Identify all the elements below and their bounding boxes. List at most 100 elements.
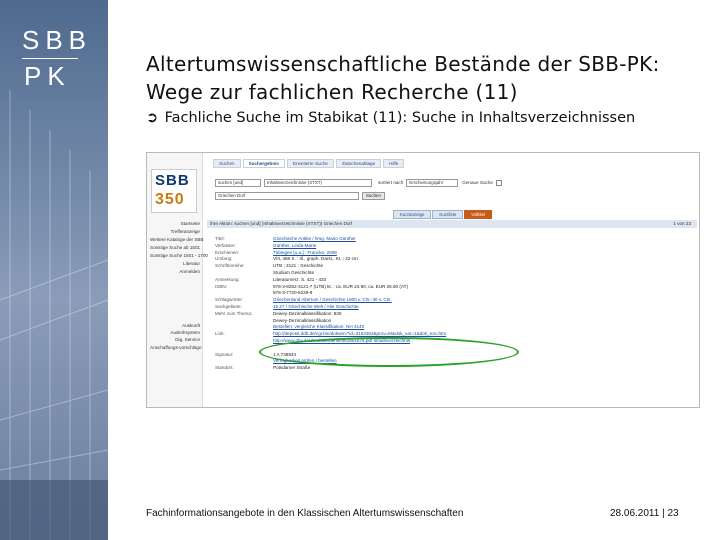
catalog-nav-secondary: Auskunft Ausleihsystem Dig. Service Ansc… xyxy=(150,323,202,352)
record-label xyxy=(215,324,273,331)
arrow-icon: ➲ xyxy=(146,110,159,126)
record-label: Umfang: xyxy=(215,256,233,262)
record-value: UTB ; 3121 : Geschichte xyxy=(273,263,324,269)
nav-item[interactable]: Anschaffungs-vorschläge xyxy=(150,345,202,351)
record-label: Titel: xyxy=(215,236,225,241)
record-row: 978-3-7720-8229-9 xyxy=(215,290,685,297)
nav-item[interactable]: Sonstige Suche 1501 - 1700 xyxy=(150,253,208,259)
record-link[interactable]: Günther, Linda-Marie xyxy=(273,243,316,250)
tab-kurzliste[interactable]: Kurzliste xyxy=(432,210,464,219)
brand-sidebar: SBB PK xyxy=(0,0,108,540)
result-count: 1 von 23 xyxy=(673,221,691,226)
record-label: Mehr zum Thema: xyxy=(215,310,253,316)
tab-erweiterte-suche[interactable]: Erweiterte Suche xyxy=(286,159,334,168)
record-row: Schriftenreihe: UTB ; 3121 : Geschichte xyxy=(215,263,685,270)
tab-suchergebnis[interactable]: Suchergebnis xyxy=(242,159,285,168)
record-value: 978-3-7720-8229-9 xyxy=(273,290,313,296)
record-label xyxy=(215,270,273,277)
slide-title-line2: Wege zur fachlichen Recherche (11) xyxy=(146,80,518,104)
record-label: Erschienen: xyxy=(215,249,240,255)
search-index-select[interactable]: Inhaltsverzeichnisse (XTXT) xyxy=(264,179,372,187)
search-mode-select[interactable]: suchen [und] xyxy=(215,179,261,187)
record-row: Bestellen: vergleiche Klassifikation: NH… xyxy=(215,324,685,331)
exact-search-checkbox[interactable] xyxy=(495,180,502,186)
nav-item[interactable]: Anmelden xyxy=(150,269,200,275)
tab-volltitel[interactable]: Volltitel xyxy=(464,210,493,219)
record-label: Sachgebiete: xyxy=(215,303,242,309)
nav-item[interactable]: Startseite xyxy=(150,221,200,227)
record-label xyxy=(215,290,273,297)
record-link[interactable]: Griechische Antike / hrsg. Mario Günther xyxy=(273,236,356,243)
record-label: Anmerkung: xyxy=(215,276,240,282)
tab-hilfe[interactable]: Hilfe xyxy=(383,159,405,168)
record-label: Schlagwörter: xyxy=(215,297,244,303)
record-row: Link: http://deposit.ddb.de/cgi-bin/dokse… xyxy=(215,331,685,338)
tab-suchen[interactable]: Suchen xyxy=(213,159,241,168)
record-row: Standort: Potsdamer Straße xyxy=(215,365,685,372)
nav-item[interactable]: Auskunft xyxy=(150,323,200,329)
nav-item[interactable]: Weitere Kataloge der SBB xyxy=(150,237,204,243)
record-label xyxy=(215,338,273,345)
sort-label: sortiert nach xyxy=(378,180,404,185)
logo-top: SBB xyxy=(22,25,93,55)
record-link[interactable]: Tübingen [u.a.] : Francke, 2008 xyxy=(273,250,337,257)
nav-item[interactable]: Trefferanzeige xyxy=(150,229,200,235)
nav-item[interactable]: Dig. Service xyxy=(150,337,200,343)
record-link[interactable]: Griechenland Altertum / Geschichte 1600 … xyxy=(273,297,392,304)
catalog-tabs: Suchen Suchergebnis Erweiterte Suche Zwi… xyxy=(213,159,406,168)
nav-item[interactable]: Ausleihsystem xyxy=(150,330,200,336)
record-link[interactable]: Bestellen: vergleiche Klassifikation: NH… xyxy=(273,324,364,331)
tab-zwischenablage[interactable]: Zwischenablage xyxy=(335,159,382,168)
record-row: Umfang: VIII, 468 S. : Ill., graph. Darst… xyxy=(215,256,685,263)
catalog-screenshot: SBB 350 Startseite Trefferanzeige Weiter… xyxy=(146,152,700,408)
record-label: ISBN: xyxy=(215,283,227,289)
record-label: Verfasser: xyxy=(215,242,236,248)
record-row: Verfasser: Günther, Linda-Marie xyxy=(215,243,685,250)
record-row: Sachgebiete: 15.27 / Griechische Welt / A… xyxy=(215,304,685,311)
nav-item[interactable]: Sonstige Suche ab 1501 xyxy=(150,245,200,251)
record-value: Dewey-Dezimalklassifikation: 930 xyxy=(273,310,342,316)
record-row: Studium Geschichte xyxy=(215,270,685,277)
search-button[interactable]: Suchen xyxy=(362,192,385,200)
slide-subtitle: ➲ Fachliche Suche im Stabikat (11): Such… xyxy=(146,110,716,126)
result-query-text: Ihre Aktion: suchen [und] (Inhaltsverzei… xyxy=(210,221,353,226)
record-value: Dewey-Dezimalklassifikation xyxy=(273,317,332,323)
catalog-sidebar: SBB 350 Startseite Trefferanzeige Weiter… xyxy=(147,153,208,407)
highlight-ellipse xyxy=(259,337,519,367)
sbb350-logo: SBB 350 xyxy=(151,169,197,213)
record-value: 978-3-8252-3121-7 (UTB) kt. : ca. EUR 24… xyxy=(273,283,408,289)
slide-title-line1: Altertumswissenschaftliche Bestände der … xyxy=(146,52,660,76)
record-row: Mehr zum Thema: Dewey-Dezimalklassifikati… xyxy=(215,311,685,318)
sort-select[interactable]: Erscheinungsjahr xyxy=(406,179,459,187)
record-row: Anmerkung: Literaturverz. S. 421 - 433 xyxy=(215,277,685,284)
query-row: Griechen Dorf Suchen xyxy=(215,192,385,200)
record-label: Schriftenreihe: xyxy=(215,263,245,269)
record-value: VIII, 468 S. : Ill., graph. Darst., Kt. … xyxy=(273,256,358,262)
result-info-bar: Ihre Aktion: suchen [und] (Inhaltsverzei… xyxy=(207,220,697,228)
result-view-tabs: Kurzanzeige Kurzliste Volltitel xyxy=(393,210,493,219)
record-label: Standort: xyxy=(215,365,234,371)
search-input[interactable]: Griechen Dorf xyxy=(215,192,359,200)
search-row: suchen [und] Inhaltsverzeichnisse (XTXT)… xyxy=(215,179,502,187)
tab-kurzanzeige[interactable]: Kurzanzeige xyxy=(393,210,432,219)
record-row: Dewey-Dezimalklassifikation xyxy=(215,318,685,325)
nav-item[interactable]: Literatur xyxy=(150,261,200,267)
record-row: Titel: Griechische Antike / hrsg. Mario G… xyxy=(215,236,685,243)
record-row: Schlagwörter: Griechenland Altertum / Ges… xyxy=(215,297,685,304)
exact-search-label: Genaue Suche xyxy=(462,180,493,185)
record-link[interactable]: 15.27 / Griechische Welt / Alte Geschich… xyxy=(273,304,359,311)
record-label: Link: xyxy=(215,331,225,337)
footer-date-page: 28.06.2011 | 23 xyxy=(610,508,679,519)
logo-bottom: PK xyxy=(24,61,71,91)
record-value: Literaturverz. S. 421 - 433 xyxy=(273,276,327,282)
catalog-nav: Startseite Trefferanzeige Weitere Katalo… xyxy=(150,221,208,277)
record-label xyxy=(215,318,273,325)
slide-subtitle-text: Fachliche Suche im Stabikat (11): Suche … xyxy=(164,110,636,126)
logo-divider xyxy=(22,58,78,59)
record-value: Studium Geschichte xyxy=(273,269,315,275)
footer-text: Fachinformationsangebote in den Klassisc… xyxy=(146,508,464,519)
record-row: Erschienen: Tübingen [u.a.] : Francke, 20… xyxy=(215,250,685,257)
record-label xyxy=(215,358,273,365)
record-value: Potsdamer Straße xyxy=(273,365,311,371)
slide-title: Altertumswissenschaftliche Bestände der … xyxy=(146,50,706,106)
